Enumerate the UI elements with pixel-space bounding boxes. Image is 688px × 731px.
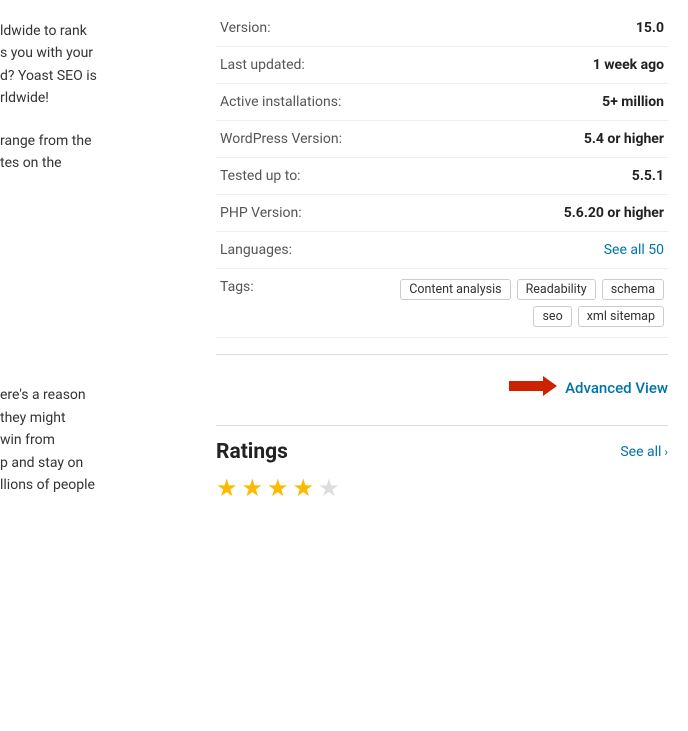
ratings-see-all-link[interactable]: See all › xyxy=(620,444,668,460)
php-version-row: PHP Version: 5.6.20 or higher xyxy=(216,195,668,232)
languages-label: Languages: xyxy=(216,232,376,269)
left-fragment-2: range from the tes on the xyxy=(0,130,170,175)
php-version-value: 5.6.20 or higher xyxy=(376,195,668,232)
tag-item[interactable]: seo xyxy=(533,306,571,327)
left-fragment-1: ldwide to rank s you with your d? Yoast … xyxy=(0,20,170,110)
tags-container-cell: Content analysis Readability schema seo xml … xyxy=(376,269,668,338)
tags-label: Tags: xyxy=(216,269,376,338)
ratings-section: Ratings See all › ★★★★★ xyxy=(216,440,668,502)
version-label: Version: xyxy=(216,10,376,47)
tags-container: Content analysis Readability schema seo xml … xyxy=(380,279,664,327)
advanced-view-link[interactable]: Advanced View xyxy=(565,379,668,397)
tag-item[interactable]: Content analysis xyxy=(400,279,510,300)
version-value: 15.0 xyxy=(376,10,668,47)
tag-item[interactable]: Readability xyxy=(517,279,596,300)
last-updated-label: Last updated: xyxy=(216,47,376,84)
tags-row: Tags: Content analysis Readability schema s… xyxy=(216,269,668,338)
php-version-label: PHP Version: xyxy=(216,195,376,232)
tested-label: Tested up to: xyxy=(216,158,376,195)
wp-version-label: WordPress Version: xyxy=(216,121,376,158)
chevron-right-icon: › xyxy=(664,445,668,459)
plugin-info-table: Version: 15.0 Last updated: 1 week ago A… xyxy=(216,10,668,338)
tested-row: Tested up to: 5.5.1 xyxy=(216,158,668,195)
see-all-label: See all xyxy=(620,444,661,460)
languages-link[interactable]: See all 50 xyxy=(376,232,668,269)
wp-version-value: 5.4 or higher xyxy=(376,121,668,158)
ratings-title: Ratings xyxy=(216,440,288,464)
languages-row: Languages: See all 50 xyxy=(216,232,668,269)
tested-value: 5.5.1 xyxy=(376,158,668,195)
ratings-header: Ratings See all › xyxy=(216,440,668,464)
divider-2 xyxy=(216,425,668,426)
tag-item[interactable]: schema xyxy=(602,279,664,300)
advanced-view-row: Advanced View xyxy=(216,369,668,415)
active-installs-row: Active installations: 5+ million xyxy=(216,84,668,121)
star-filled-icon: ★ xyxy=(242,474,264,502)
last-updated-value: 1 week ago xyxy=(376,47,668,84)
star-filled-icon: ★ xyxy=(293,474,315,502)
star-filled-icon: ★ xyxy=(216,474,238,502)
wp-version-row: WordPress Version: 5.4 or higher xyxy=(216,121,668,158)
version-row: Version: 15.0 xyxy=(216,10,668,47)
star-filled-icon: ★ xyxy=(267,474,289,502)
last-updated-row: Last updated: 1 week ago xyxy=(216,47,668,84)
divider xyxy=(216,354,668,355)
left-fragment-3: ere's a reason they might win from p and… xyxy=(0,384,170,496)
tag-item[interactable]: xml sitemap xyxy=(578,306,664,327)
star-empty-icon: ★ xyxy=(318,474,340,502)
stars-row: ★★★★★ xyxy=(216,474,668,502)
right-arrow-icon xyxy=(509,375,557,401)
active-installs-value: 5+ million xyxy=(376,84,668,121)
active-installs-label: Active installations: xyxy=(216,84,376,121)
right-column: Version: 15.0 Last updated: 1 week ago A… xyxy=(186,0,688,731)
left-column: ldwide to rank s you with your d? Yoast … xyxy=(0,0,186,731)
